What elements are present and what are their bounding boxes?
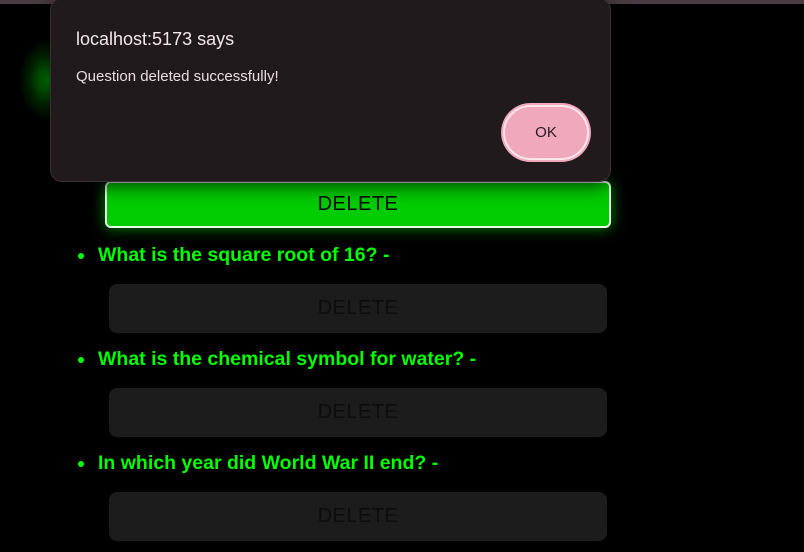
alert-dialog: localhost:5173 says Question deleted suc… xyxy=(50,0,611,182)
ok-button[interactable]: OK xyxy=(503,105,589,160)
question-text: What is the square root of 16? - xyxy=(98,244,390,266)
dialog-title: localhost:5173 says xyxy=(76,29,235,49)
bullet xyxy=(78,252,84,259)
question-text: What is the chemical symbol for water? - xyxy=(98,348,477,370)
list-item: What is the chemical symbol for water? - xyxy=(76,348,476,371)
question-text: In which year did World War II end? - xyxy=(98,452,439,474)
dialog-message: Question deleted successfully! xyxy=(76,68,279,85)
delete-button-active[interactable]: DELETE xyxy=(105,181,611,228)
list-item: What is the square root of 16? - xyxy=(76,244,389,267)
list-item: In which year did World War II end? - xyxy=(76,452,438,475)
delete-button[interactable]: DELETE xyxy=(109,284,607,333)
bullet xyxy=(78,460,84,467)
bullet xyxy=(78,356,84,363)
delete-button[interactable]: DELETE xyxy=(109,388,607,437)
page: DELETE What is the square root of 16? - … xyxy=(0,0,804,552)
delete-button[interactable]: DELETE xyxy=(109,492,607,541)
